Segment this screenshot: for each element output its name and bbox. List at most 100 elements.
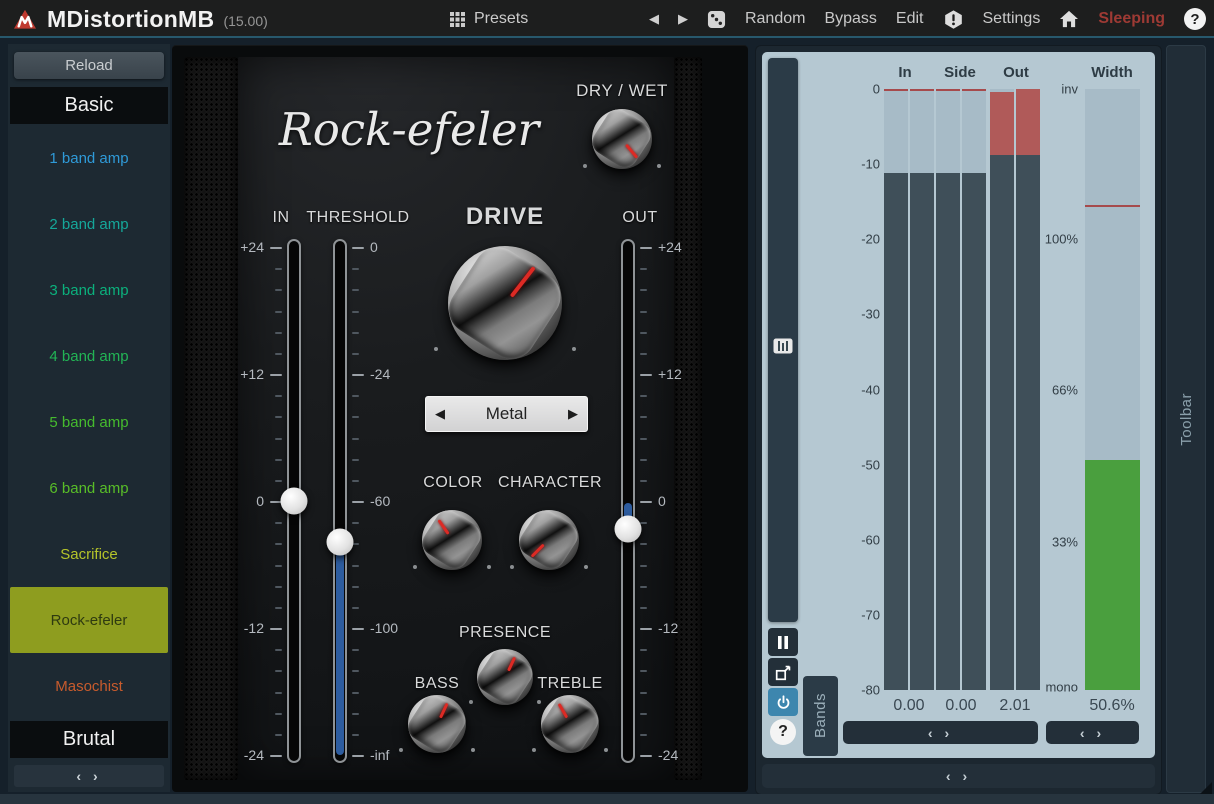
slider-scale-label: -60: [370, 493, 416, 509]
topbar-right: ◀ ▶ Random Bypass Edit Settings Sleeping…: [649, 0, 1206, 38]
width-zoom-scrollbar[interactable]: ‹ ›: [1046, 721, 1139, 744]
home-icon[interactable]: [1059, 10, 1079, 28]
drive-mode-selector[interactable]: ◀ Metal ▶: [425, 396, 588, 432]
window-bottom-edge: [0, 794, 1214, 804]
sidebar-item-5-band-amp[interactable]: 5 band amp: [10, 390, 168, 456]
random-button[interactable]: Random: [745, 10, 805, 28]
db-scale-label: -10: [762, 157, 880, 172]
speaker-grille-right: [674, 57, 702, 780]
out-level-value: 2.01: [999, 697, 1030, 715]
mode-next-arrow-icon[interactable]: ▶: [559, 406, 587, 422]
previous-preset-button[interactable]: ◀: [649, 11, 659, 27]
out-meter-bar: [990, 89, 1014, 690]
edit-button[interactable]: Edit: [896, 10, 924, 28]
speaker-grille-left: [184, 57, 238, 780]
toolbar-tab-label: Toolbar: [1178, 393, 1195, 446]
bass-knob[interactable]: [408, 695, 466, 753]
slider-tick: [352, 459, 359, 461]
side-meter-bar: [962, 89, 986, 690]
horizontal-scrollbar[interactable]: ‹ ›: [762, 764, 1155, 788]
meter-help-button[interactable]: ?: [770, 719, 796, 745]
slider-tick: [275, 268, 282, 270]
slider-tick: [640, 416, 647, 418]
sidebar-item-sacrifice[interactable]: Sacrifice: [10, 521, 168, 587]
slider-tick: [352, 289, 359, 291]
sidebar-item-2-band-amp[interactable]: 2 band amp: [10, 192, 168, 258]
side-level-value: 0.00: [945, 697, 976, 715]
presets-grid-icon: [450, 12, 465, 27]
sleeping-status[interactable]: Sleeping: [1098, 10, 1165, 28]
slider-tick: [352, 670, 359, 672]
settings-button[interactable]: Settings: [983, 10, 1041, 28]
presence-knob[interactable]: [477, 649, 533, 705]
bypass-button[interactable]: Bypass: [824, 10, 876, 28]
sidebar-item-4-band-amp[interactable]: 4 band amp: [10, 324, 168, 390]
presets-button[interactable]: Presets: [450, 0, 528, 38]
slider-scale-label: +12: [222, 366, 264, 382]
help-icon[interactable]: ?: [1184, 8, 1206, 30]
topbar-left: MDistortionMB (15.00): [12, 0, 268, 38]
slider-scale-label: +24: [222, 239, 264, 255]
slider-tick: [640, 755, 652, 757]
in-slider-handle[interactable]: [281, 488, 308, 515]
sidebar-item-rock-efeler[interactable]: Rock-efeler: [10, 587, 168, 653]
meter-header-width: Width: [1091, 64, 1133, 81]
slider-scale-label: -12: [222, 620, 264, 636]
slider-tick: [640, 628, 652, 630]
pause-meters-button[interactable]: [768, 628, 798, 656]
sidebar-item-masochist[interactable]: Masochist: [10, 653, 168, 719]
sidebar-item-1-band-amp[interactable]: 1 band amp: [10, 126, 168, 192]
color-knob[interactable]: [422, 510, 482, 570]
sidebar-item-basic[interactable]: Basic: [10, 87, 168, 124]
sidebar-item-6-band-amp[interactable]: 6 band amp: [10, 455, 168, 521]
slider-tick: [275, 649, 282, 651]
toolbar-tab[interactable]: Toolbar: [1166, 45, 1206, 793]
slider-tick: [640, 353, 647, 355]
threshold-slider-handle[interactable]: [327, 528, 354, 555]
slider-tick: [275, 692, 282, 694]
slider-tick: [352, 353, 359, 355]
mode-prev-arrow-icon[interactable]: ◀: [426, 406, 454, 422]
slider-tick: [352, 268, 359, 270]
treble-knob[interactable]: [541, 695, 599, 753]
knob-pointer: [625, 144, 638, 159]
meter-zoom-scrollbar[interactable]: ‹ ›: [843, 721, 1038, 744]
drive-knob[interactable]: [448, 246, 562, 360]
bands-tab-label: Bands: [812, 693, 829, 738]
drive-label: DRIVE: [466, 203, 544, 231]
slider-tick: [352, 755, 364, 757]
sidebar-item-reload[interactable]: Reload: [14, 52, 164, 79]
in-level-value: 0.00: [893, 697, 924, 715]
threshold-slider[interactable]: 0-24-60-100-inf: [333, 247, 347, 755]
sidebar-scrollbar[interactable]: ‹ ›: [14, 765, 164, 787]
slider-tick: [270, 247, 282, 249]
pause-icon: [777, 636, 789, 649]
sidebar-item-3-band-amp[interactable]: 3 band amp: [10, 258, 168, 324]
slider-tick: [352, 628, 364, 630]
randomize-dice-icon[interactable]: [707, 10, 726, 29]
slider-tick: [275, 459, 282, 461]
slider-scale-label: -100: [370, 620, 416, 636]
slider-track[interactable]: [621, 239, 635, 763]
drive-mode-value[interactable]: Metal: [454, 404, 559, 424]
slider-tick: [275, 289, 282, 291]
slider-scale-label: -24: [370, 366, 416, 382]
character-knob[interactable]: [519, 510, 579, 570]
out-slider-handle[interactable]: [615, 515, 642, 542]
in-gain-slider[interactable]: +24+120-12-24: [287, 247, 301, 755]
next-preset-button[interactable]: ▶: [678, 11, 688, 27]
knob-pointer: [437, 519, 449, 534]
slider-tick: [275, 438, 282, 440]
slider-tick: [275, 353, 282, 355]
meter-header-out: Out: [1003, 64, 1029, 81]
slider-tick: [352, 438, 359, 440]
slider-tick: [640, 459, 647, 461]
slider-tick: [640, 480, 647, 482]
dry-wet-knob[interactable]: [592, 109, 652, 169]
sidebar-item-brutal[interactable]: Brutal: [10, 721, 168, 758]
amp-panel: Rock-efeler DRY / WET IN THRESHOLD DRIVE…: [172, 45, 748, 792]
slider-scale-label: +24: [658, 239, 704, 255]
limiter-warning-icon[interactable]: [943, 9, 964, 30]
out-gain-slider[interactable]: +24+120-12-24: [621, 247, 635, 755]
meter-header-in: In: [898, 64, 911, 81]
